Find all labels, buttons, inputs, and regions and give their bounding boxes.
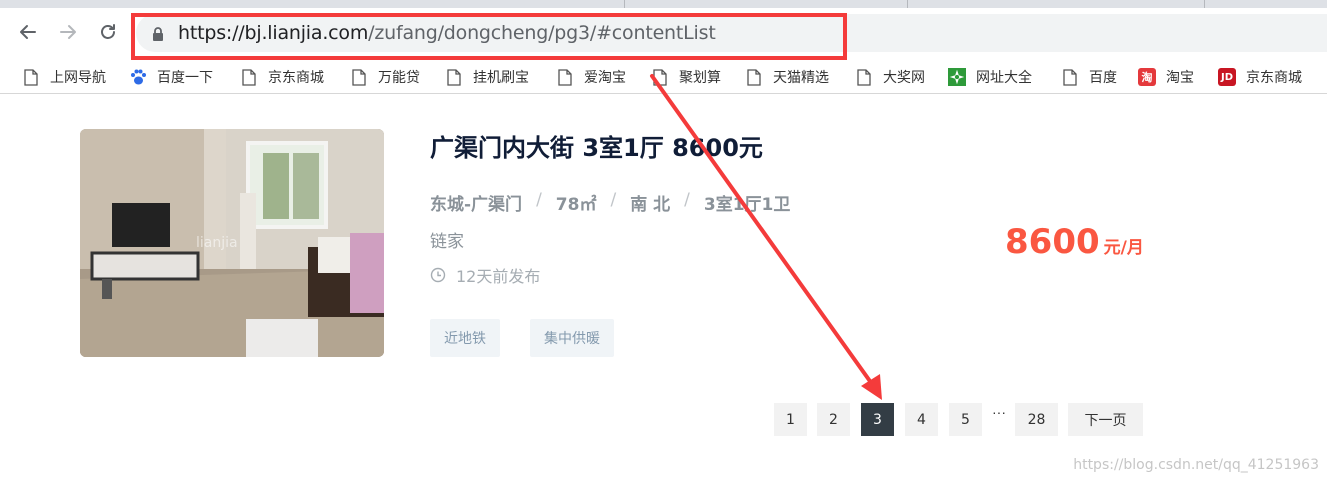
next-page-button[interactable]: 下一页 [1068,403,1143,436]
tab-strip [0,0,1327,8]
page-icon [855,68,873,86]
bookmark-tianmao[interactable]: 天猫精选 [745,65,829,89]
tag-near-subway: 近地铁 [430,319,500,357]
listing-title[interactable]: 广渠门内大街 3室1厅 8600元 [430,128,763,163]
price-unit: 元/月 [1103,238,1144,258]
listing-meta: 东城-广渠门 / 78㎡ / 南 北 / 3室1厅1卫 [430,190,790,215]
bookmark-label: 京东商城 [1246,70,1302,86]
page-icon [240,68,258,86]
address-highlight-box [131,13,847,60]
photo-watermark: lianjia [196,235,238,251]
tab-separator [1204,0,1205,8]
bookmark-wangzhi[interactable]: 网址大全 [948,65,1032,89]
listing-district[interactable]: 东城-广渠门 [430,190,522,215]
page-icon [22,68,40,86]
page-icon [651,68,669,86]
page-icon [445,68,463,86]
listing-photo[interactable]: lianjia [80,129,384,357]
bookmark-jd[interactable]: 京东商城 [240,65,324,89]
listing-publish-time: 12天前发布 [430,263,540,287]
bookmark-label: 大奖网 [883,70,925,86]
bookmark-label: 百度 [1089,70,1117,86]
jd-icon: JD [1218,68,1236,86]
page-icon [745,68,763,86]
arrow-right-icon [60,25,76,39]
bookmark-label: 上网导航 [50,70,106,86]
page-last-button[interactable]: 28 [1015,403,1058,436]
reload-icon [101,24,115,39]
tab-separator [624,0,625,8]
bookmark-label: 聚划算 [679,70,721,86]
reload-button[interactable] [96,20,120,44]
bookmark-label: 网址大全 [976,70,1032,86]
page-icon [556,68,574,86]
listing-orientation: 南 北 [630,195,671,215]
listing-brand: 链家 [430,232,464,252]
bookmark-juhuasuan[interactable]: 聚划算 [651,65,721,89]
bookmark-label: 百度一下 [157,70,213,86]
price-value: 8600 [1005,222,1100,262]
green-flower-icon [948,68,966,86]
bookmark-aitaobao[interactable]: 爱淘宝 [556,65,626,89]
page-icon [1061,68,1079,86]
baidu-paw-icon [129,68,147,86]
tab-separator [907,0,908,8]
bookmark-shangwang[interactable]: 上网导航 [22,65,106,89]
forward-button[interactable] [56,20,80,44]
meta-separator: / [536,190,542,210]
page-5-button[interactable]: 5 [949,403,982,436]
listing-layout: 3室1厅1卫 [703,195,791,215]
listing-price: 8600 元/月 [1005,222,1144,262]
pagination-ellipsis: ··· [992,404,1006,420]
publish-time-text: 12天前发布 [456,267,541,286]
tag-central-heating: 集中供暖 [530,319,614,357]
page-2-button[interactable]: 2 [817,403,850,436]
meta-separator: / [610,190,617,210]
bookmark-wanneng[interactable]: 万能贷 [350,65,420,89]
bookmark-label: 淘宝 [1166,70,1194,86]
bookmark-baidu[interactable]: 百度 [1061,65,1117,89]
page-icon [350,68,368,86]
back-button[interactable] [16,20,40,44]
page-4-button[interactable]: 4 [905,403,938,436]
apartment-photo: lianjia [80,129,384,357]
taobao-icon: 淘 [1138,68,1156,86]
bookmark-label: 爱淘宝 [584,70,626,86]
bookmark-label: 万能贷 [378,70,420,86]
clock-icon [430,267,446,283]
bookmark-jd-2[interactable]: JD 京东商城 [1218,65,1302,89]
bookmarks-bar: 上网导航 百度一下 京东商城 万能贷 挂机刷宝 爱淘宝 聚划算 天猫精选 大奖网… [0,60,1327,94]
bookmark-guaji[interactable]: 挂机刷宝 [445,65,529,89]
bookmark-taobao[interactable]: 淘 淘宝 [1138,65,1194,89]
page-1-button[interactable]: 1 [774,403,807,436]
bookmark-label: 天猫精选 [773,70,829,86]
csdn-watermark: https://blog.csdn.net/qq_41251963 [1073,457,1319,473]
bookmark-dajiang[interactable]: 大奖网 [855,65,925,89]
bookmark-label: 挂机刷宝 [473,70,529,86]
listing-area: 78㎡ [555,195,597,215]
meta-separator: / [684,190,690,210]
bookmark-label: 京东商城 [268,70,324,86]
bookmark-baidu-yixia[interactable]: 百度一下 [129,65,213,89]
page-3-button[interactable]: 3 [861,403,894,436]
arrow-left-icon [20,25,36,39]
